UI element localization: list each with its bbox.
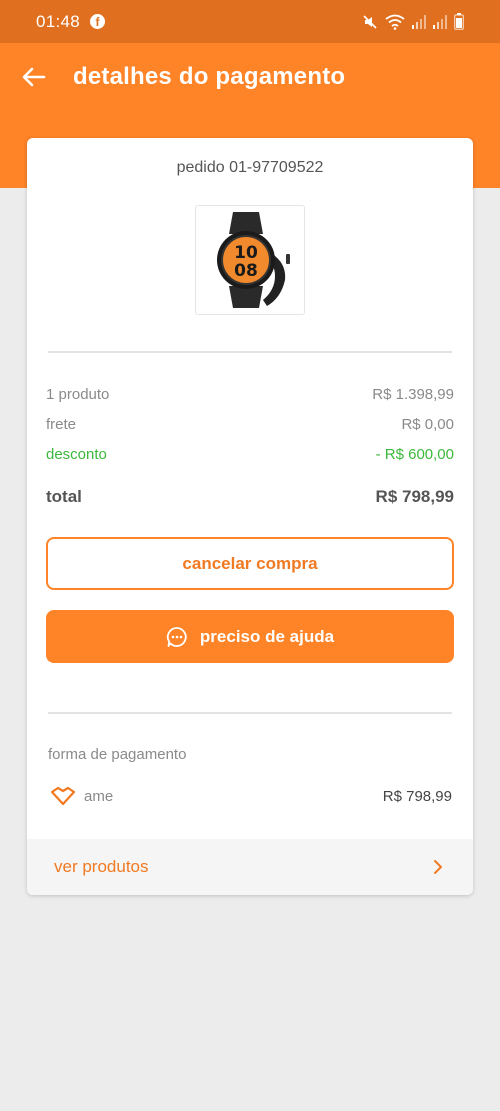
divider: [48, 351, 452, 353]
shipping-label: frete: [46, 416, 77, 433]
facebook-icon: f: [90, 14, 106, 29]
signal-icon-2: [433, 14, 447, 29]
see-products-link[interactable]: ver produtos: [27, 839, 473, 895]
signal-icon: [412, 14, 426, 29]
payment-method-heading: forma de pagamento: [48, 746, 187, 763]
mute-icon: [363, 14, 377, 29]
summary-row-discount: desconto - R$ 600,00: [46, 446, 454, 463]
payment-amount: R$ 798,99: [382, 787, 452, 805]
svg-text:08: 08: [234, 261, 258, 281]
need-help-button[interactable]: preciso de ajuda: [46, 610, 454, 663]
chevron-right-icon: [434, 860, 442, 874]
back-arrow-icon[interactable]: [20, 65, 48, 89]
product-thumbnail[interactable]: 10 08: [195, 205, 305, 315]
payment-method-row: ame R$ 798,99: [50, 786, 452, 806]
battery-icon: [454, 13, 464, 30]
product-value: R$ 1.398,99: [372, 386, 454, 403]
payment-method-name: ame: [84, 787, 114, 805]
product-count-label: 1 produto: [46, 386, 110, 403]
summary-row-product: 1 produto R$ 1.398,99: [46, 386, 454, 403]
order-number: pedido 01-97709522: [176, 159, 324, 176]
total-label: total: [46, 487, 82, 506]
chat-icon: [166, 626, 187, 647]
wifi-icon: [385, 14, 405, 30]
divider: [48, 712, 452, 714]
discount-label: desconto: [46, 446, 107, 463]
cancel-purchase-label: cancelar compra: [182, 553, 318, 573]
cancel-purchase-button[interactable]: cancelar compra: [46, 537, 454, 590]
payment-card: pedido 01-97709522 10 08 1 produto R$ 1.…: [27, 138, 473, 895]
status-icons: [362, 13, 464, 30]
total-value: R$ 798,99: [375, 487, 454, 506]
page-title: detalhes do pagamento: [73, 63, 346, 90]
status-time: 01:48: [36, 11, 81, 31]
watch-image: 10 08: [217, 212, 290, 308]
status-bar: 01:48 f: [0, 0, 500, 43]
need-help-label: preciso de ajuda: [199, 626, 335, 646]
shipping-value: R$ 0,00: [401, 416, 454, 433]
discount-value: - R$ 600,00: [375, 446, 454, 463]
summary-row-shipping: frete R$ 0,00: [46, 416, 454, 433]
see-products-label: ver produtos: [54, 857, 149, 876]
ame-heart-icon: [50, 786, 76, 806]
svg-text:10: 10: [234, 243, 258, 263]
summary-row-total: total R$ 798,99: [46, 487, 454, 507]
